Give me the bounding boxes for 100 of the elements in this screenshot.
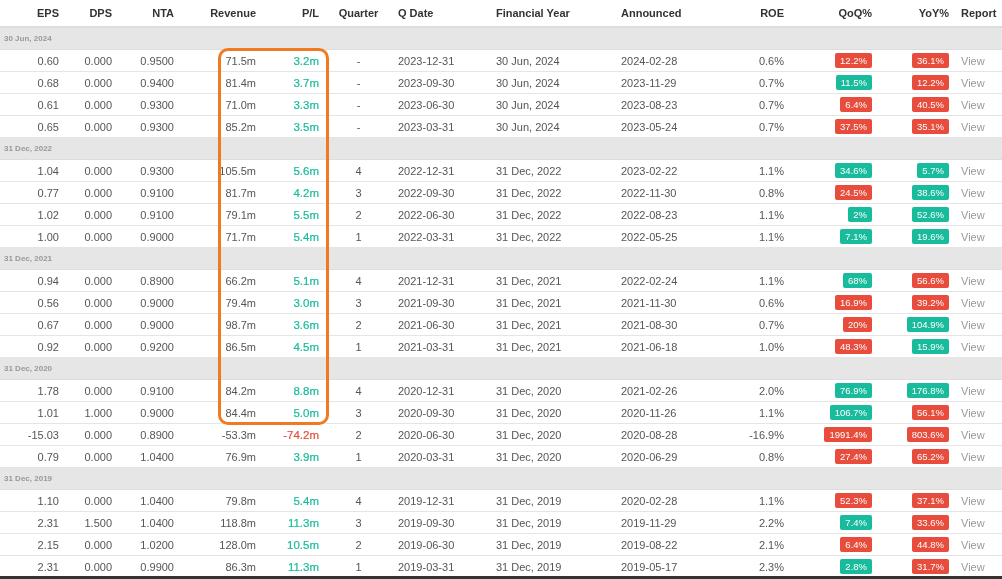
- column-header: EPS: [37, 7, 59, 19]
- financial-year-cell: 31 Dec, 2022: [496, 186, 562, 199]
- announced-cell: 2023-08-23: [621, 98, 678, 111]
- view-report-link[interactable]: View: [961, 76, 985, 89]
- column-header: NTA: [152, 7, 174, 19]
- view-report-link[interactable]: View: [961, 274, 985, 287]
- nta-cell: 0.8900: [140, 428, 174, 441]
- roe-cell: 0.6%: [758, 296, 784, 309]
- nta-cell: 1.0400: [140, 494, 174, 507]
- view-report-link[interactable]: View: [961, 164, 985, 177]
- profit-loss-cell: 4.5m: [293, 340, 319, 353]
- quarter-cell: -: [356, 54, 361, 67]
- view-report-link[interactable]: View: [961, 406, 985, 419]
- revenue-cell: 79.8m: [225, 494, 256, 507]
- nta-cell: 0.9000: [140, 318, 174, 331]
- financial-year-cell: 31 Dec, 2019: [496, 516, 562, 529]
- yoy-badge: 37.1%: [912, 493, 949, 508]
- eps-cell: 1.04: [37, 164, 59, 177]
- dps-cell: 0.000: [84, 538, 112, 551]
- profit-loss-cell: 3.7m: [293, 76, 319, 89]
- view-report-link[interactable]: View: [961, 318, 985, 331]
- roe-cell: 0.8%: [758, 186, 784, 199]
- revenue-cell: 79.1m: [225, 208, 256, 221]
- qoq-badge: 34.6%: [835, 163, 872, 178]
- roe-cell: 1.1%: [758, 406, 784, 419]
- announced-cell: 2021-06-18: [621, 340, 678, 353]
- quarter-date-cell: 2023-09-30: [398, 76, 455, 89]
- quarter-cell: -: [356, 76, 361, 89]
- qoq-badge: 7.1%: [840, 229, 872, 244]
- view-report-link[interactable]: View: [961, 296, 985, 309]
- column-header: DPS: [89, 7, 112, 19]
- qoq-badge: 37.5%: [835, 119, 872, 134]
- profit-loss-cell: 5.4m: [293, 230, 319, 243]
- view-report-link[interactable]: View: [961, 230, 985, 243]
- nta-cell: 0.9900: [140, 560, 174, 573]
- quarter-cell: 2: [355, 538, 362, 551]
- quarter-date-cell: 2020-09-30: [398, 406, 455, 419]
- announced-cell: 2023-05-24: [621, 120, 678, 133]
- view-report-link[interactable]: View: [961, 98, 985, 111]
- eps-cell: 1.02: [37, 208, 59, 221]
- view-report-link[interactable]: View: [961, 428, 985, 441]
- view-report-link[interactable]: View: [961, 120, 985, 133]
- profit-loss-cell: 10.5m: [287, 538, 319, 551]
- view-report-link[interactable]: View: [961, 516, 985, 529]
- qoq-badge: 11.5%: [835, 75, 872, 90]
- qoq-badge: 1991.4%: [824, 427, 872, 442]
- profit-loss-cell: 5.1m: [293, 274, 319, 287]
- view-report-link[interactable]: View: [961, 560, 985, 573]
- view-report-link[interactable]: View: [961, 494, 985, 507]
- dps-cell: 0.000: [84, 494, 112, 507]
- dps-cell: 0.000: [84, 120, 112, 133]
- nta-cell: 0.9500: [140, 54, 174, 67]
- nta-cell: 0.9100: [140, 384, 174, 397]
- revenue-cell: 81.7m: [225, 186, 256, 199]
- quarter-date-cell: 2023-06-30: [398, 98, 455, 111]
- dps-cell: 1.500: [84, 516, 112, 529]
- financial-year-cell: 31 Dec, 2020: [496, 406, 562, 419]
- profit-loss-cell: 4.2m: [293, 186, 319, 199]
- yoy-badge: 35.1%: [912, 119, 949, 134]
- group-label: 31 Dec, 2021: [4, 254, 53, 263]
- eps-cell: 0.65: [37, 120, 59, 133]
- eps-cell: 0.56: [37, 296, 59, 309]
- dps-cell: 0.000: [84, 384, 112, 397]
- revenue-cell: 84.2m: [225, 384, 256, 397]
- view-report-link[interactable]: View: [961, 208, 985, 221]
- dps-cell: 0.000: [84, 296, 112, 309]
- quarter-date-cell: 2021-12-31: [398, 274, 455, 287]
- revenue-cell: 128.0m: [219, 538, 256, 551]
- profit-loss-cell: 5.6m: [293, 164, 319, 177]
- financial-year-cell: 31 Dec, 2022: [496, 230, 562, 243]
- view-report-link[interactable]: View: [961, 54, 985, 67]
- quarter-date-cell: 2019-09-30: [398, 516, 455, 529]
- quarter-date-cell: 2021-09-30: [398, 296, 455, 309]
- quarter-cell: 1: [355, 230, 362, 243]
- view-report-link[interactable]: View: [961, 384, 985, 397]
- revenue-cell: 105.5m: [219, 164, 256, 177]
- yoy-badge: 56.6%: [912, 273, 949, 288]
- qoq-badge: 52.3%: [835, 493, 872, 508]
- profit-loss-cell: 11.3m: [287, 560, 319, 573]
- eps-cell: 0.67: [37, 318, 59, 331]
- profit-loss-cell: 3.5m: [293, 120, 319, 133]
- quarter-cell: 3: [355, 516, 362, 529]
- qoq-badge: 106.7%: [829, 405, 872, 420]
- qoq-badge: 76.9%: [835, 383, 872, 398]
- yoy-badge: 31.7%: [912, 559, 949, 574]
- view-report-link[interactable]: View: [961, 186, 985, 199]
- eps-cell: 0.77: [37, 186, 59, 199]
- view-report-link[interactable]: View: [961, 538, 985, 551]
- financial-year-cell: 30 Jun, 2024: [496, 120, 560, 133]
- quarter-cell: 4: [355, 384, 362, 397]
- group-label: 30 Jun, 2024: [4, 34, 52, 43]
- yoy-badge: 65.2%: [912, 449, 949, 464]
- view-report-link[interactable]: View: [961, 450, 985, 463]
- quarter-cell: -: [356, 98, 361, 111]
- view-report-link[interactable]: View: [961, 340, 985, 353]
- eps-cell: 1.78: [37, 384, 59, 397]
- financial-year-cell: 30 Jun, 2024: [496, 76, 560, 89]
- eps-cell: 1.01: [37, 406, 59, 419]
- yoy-badge: 39.2%: [912, 295, 949, 310]
- qoq-badge: 20%: [843, 317, 872, 332]
